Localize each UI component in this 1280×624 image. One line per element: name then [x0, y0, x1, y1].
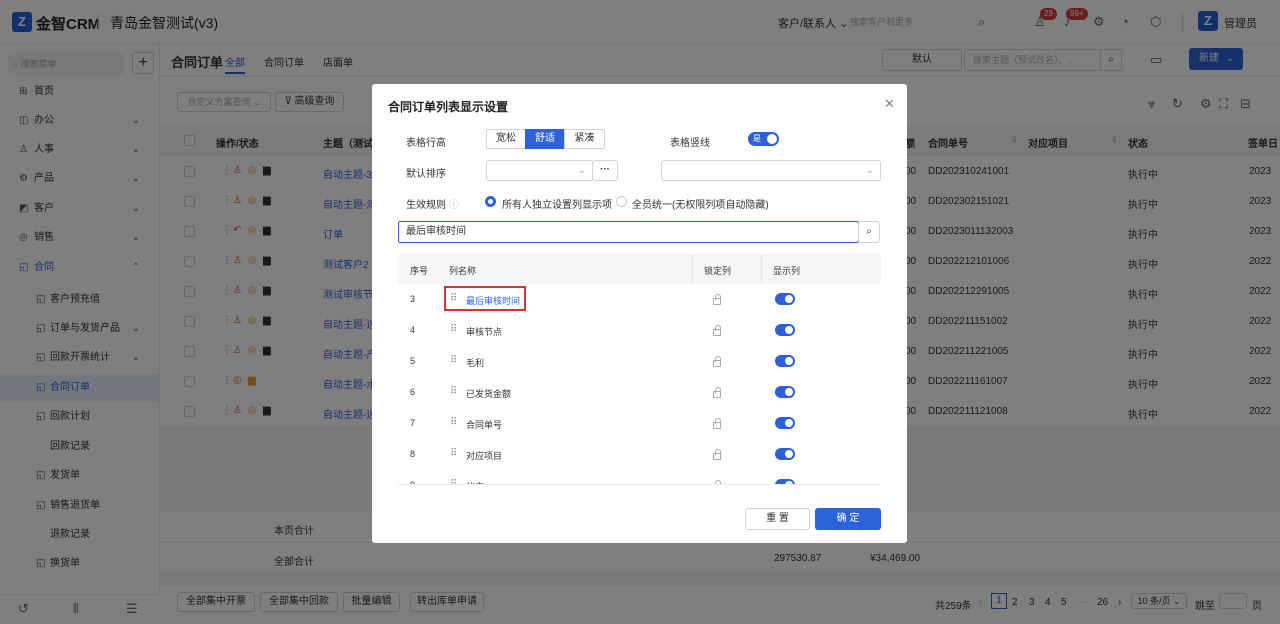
- drag-handle-icon[interactable]: ⠿: [450, 355, 457, 366]
- column-row[interactable]: 6 ⠿ 已发货金额: [398, 377, 881, 408]
- rule-radio-unified[interactable]: [616, 196, 627, 207]
- row-height-label: 表格行高: [406, 138, 446, 149]
- column-index: 6: [410, 387, 416, 397]
- column-index: 3: [410, 294, 416, 304]
- col-header-name: 列名称: [449, 266, 477, 276]
- column-index: 8: [410, 449, 416, 459]
- column-index: 4: [410, 325, 416, 335]
- more-options-button[interactable]: ···: [592, 160, 618, 181]
- column-search-input[interactable]: 最后审核时间: [398, 221, 859, 243]
- column-name: 审核节点: [466, 327, 503, 337]
- drag-handle-icon[interactable]: ⠿: [450, 324, 457, 335]
- drag-handle-icon[interactable]: ⠿: [450, 448, 457, 459]
- lock-icon[interactable]: [713, 356, 721, 367]
- visible-toggle[interactable]: [775, 324, 795, 336]
- drag-handle-icon[interactable]: ⠿: [450, 386, 457, 397]
- column-row[interactable]: 7 ⠿ 合同单号: [398, 408, 881, 439]
- rule-radio-individual[interactable]: [485, 196, 496, 207]
- sort-label: 默认排序: [406, 169, 446, 180]
- row-height-comfortable[interactable]: 舒适: [525, 129, 565, 149]
- column-name: 已发货金额: [466, 389, 512, 399]
- rule-option-unified[interactable]: 全员统一(无权限列项自动隐藏): [632, 196, 769, 211]
- column-row[interactable]: 3 ⠿ 最后审核时间: [398, 284, 881, 315]
- visible-toggle[interactable]: [775, 448, 795, 460]
- column-name: 对应项目: [466, 451, 503, 461]
- column-row[interactable]: 8 ⠿ 对应项目: [398, 439, 881, 470]
- column-index: 5: [410, 356, 416, 366]
- rule-option-individual[interactable]: 所有人独立设置列显示项: [502, 196, 612, 211]
- dialog-title: 合同订单列表显示设置: [388, 100, 509, 114]
- sort-order-select[interactable]: ⌄: [661, 160, 881, 181]
- vline-toggle[interactable]: 是: [748, 132, 779, 146]
- col-header-index: 序号: [410, 266, 429, 276]
- column-settings-dialog: 合同订单列表显示设置 ✕ 表格行高 宽松 舒适 紧凑 表格竖线 是 默认排序 ⌄…: [372, 84, 907, 543]
- drag-handle-icon[interactable]: ⠿: [450, 417, 457, 428]
- visible-toggle[interactable]: [775, 293, 795, 305]
- vline-label: 表格竖线: [670, 138, 710, 149]
- sort-field-select[interactable]: ⌄: [486, 160, 593, 181]
- confirm-button[interactable]: 确 定: [815, 508, 881, 530]
- row-height-compact[interactable]: 紧凑: [564, 129, 605, 149]
- lock-icon[interactable]: [713, 387, 721, 398]
- lock-icon[interactable]: [713, 325, 721, 336]
- visible-toggle[interactable]: [775, 417, 795, 429]
- column-row[interactable]: 4 ⠿ 审核节点: [398, 315, 881, 346]
- divider: [692, 254, 693, 284]
- divider: [398, 484, 881, 485]
- lock-icon[interactable]: [713, 449, 721, 460]
- lock-icon[interactable]: [713, 294, 721, 305]
- column-index: 7: [410, 418, 416, 428]
- lock-icon[interactable]: [713, 418, 721, 429]
- divider: [761, 254, 762, 284]
- visible-toggle[interactable]: [775, 355, 795, 367]
- columns-list: 3⠿最后审核时间 4 ⠿ 审核节点 5 ⠿ 毛利 6 ⠿ 已发货金额 7 ⠿ 合同单号 8 ⠿ 对应项目 9⠿状…: [398, 284, 881, 484]
- reset-button[interactable]: 重 置: [745, 508, 810, 530]
- search-icon[interactable]: ⌕: [858, 221, 880, 243]
- row-height-loose[interactable]: 宽松: [486, 129, 526, 149]
- column-name: 合同单号: [466, 420, 503, 430]
- column-name: 最后审核时间: [466, 296, 521, 306]
- visible-toggle[interactable]: [775, 386, 795, 398]
- help-icon: ⓘ: [448, 200, 459, 211]
- col-header-lock: 锁定列: [704, 266, 732, 276]
- rule-label: 生效规则 ⓘ: [406, 200, 459, 211]
- column-row[interactable]: 9⠿状态: [398, 470, 881, 484]
- column-row[interactable]: 5 ⠿ 毛利: [398, 346, 881, 377]
- column-name: 毛利: [466, 358, 485, 368]
- col-header-visible: 显示列: [773, 266, 801, 276]
- close-icon[interactable]: ✕: [884, 96, 895, 112]
